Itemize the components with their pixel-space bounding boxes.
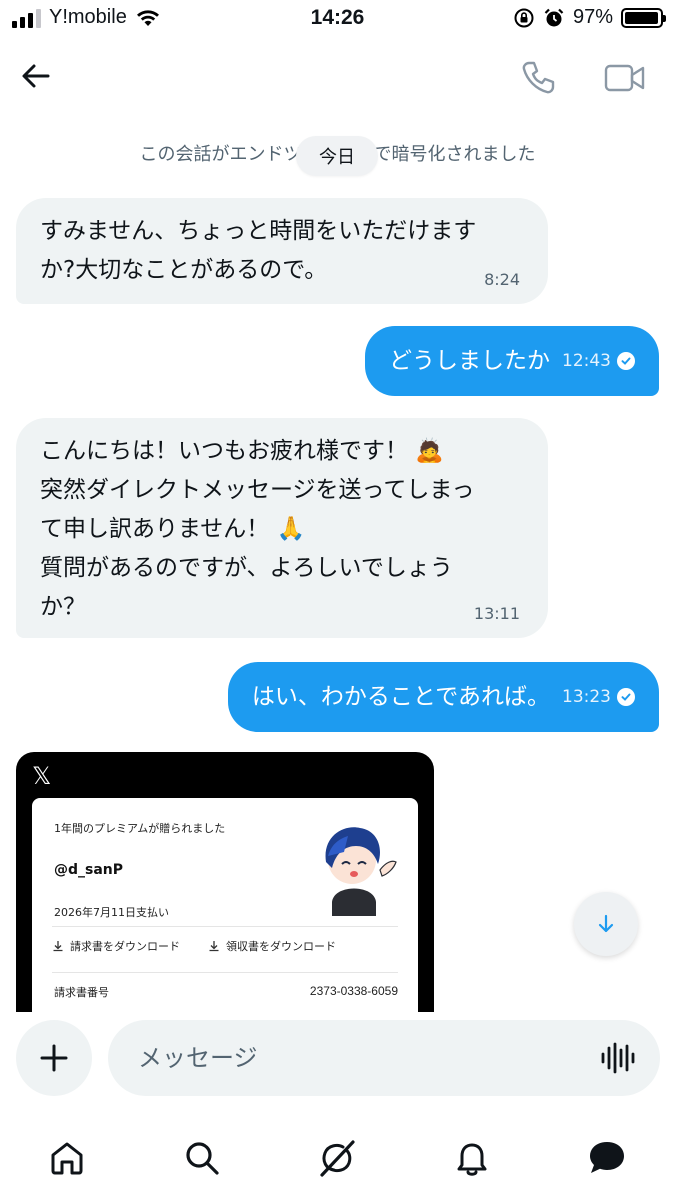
nav-messages[interactable] — [585, 1136, 629, 1180]
message-line: て申し訳ありません！ 🙏 — [40, 516, 306, 542]
voice-message-button[interactable] — [600, 1042, 636, 1074]
message-line: 質問があるのですが、よろしいでしょう — [40, 555, 453, 581]
message-text: はい、わかることであれば。 — [251, 683, 550, 710]
gift-title: 1年間のプレミアムが贈られました — [54, 822, 226, 835]
scroll-to-bottom-button[interactable] — [574, 892, 638, 956]
video-call-button[interactable] — [602, 58, 648, 98]
message-text: どうしましたか — [389, 347, 550, 374]
bottom-navigation — [0, 1118, 675, 1200]
status-right: 97% — [513, 6, 666, 29]
incoming-message[interactable]: こんにちは！いつもお疲れ様です！ 🙇 突然ダイレクトメッセージを送ってしまっ て… — [16, 418, 548, 638]
nav-home[interactable] — [45, 1136, 89, 1180]
gift-username: @d_sanP — [54, 862, 124, 878]
shared-image-message[interactable]: 𝕏 1年間のプレミアムが贈られました @d_sanP 2026年7月11日支払い… — [16, 752, 434, 1012]
outgoing-message[interactable]: はい、わかることであれば。 13:23 — [227, 662, 659, 732]
messages-icon — [590, 1142, 624, 1173]
x-logo: 𝕏 — [32, 762, 52, 790]
alarm-icon — [544, 8, 564, 26]
message-line: か？ — [40, 594, 86, 620]
grok-icon — [320, 1140, 355, 1177]
download-icon — [209, 941, 219, 952]
nav-grok[interactable] — [315, 1136, 359, 1180]
battery-fill — [625, 11, 658, 24]
read-check-icon — [617, 352, 635, 370]
divider — [52, 926, 398, 927]
battery-icon — [621, 7, 666, 28]
outgoing-message[interactable]: どうしましたか 12:43 — [365, 326, 659, 396]
search-icon — [186, 1142, 219, 1175]
message-line: すみません、ちょっと時間をいただけます — [40, 218, 477, 244]
invoice-download-link: 請求書をダウンロード — [52, 938, 180, 954]
avatar-illustration — [325, 827, 397, 916]
download-icon — [53, 941, 63, 952]
divider — [52, 972, 398, 973]
message-line: 突然ダイレクトメッセージを送ってしまっ — [40, 477, 475, 503]
message-time: 13:11 — [473, 604, 520, 623]
message-time: 12:43 — [562, 351, 611, 371]
status-bar: Y!mobile 14:26 97% — [0, 0, 675, 40]
call-button[interactable] — [518, 58, 558, 98]
add-media-button[interactable] — [16, 1020, 92, 1096]
home-icon — [51, 1142, 83, 1175]
receipt-download-label: 領収書をダウンロード — [226, 940, 336, 953]
arrow-left-icon — [22, 64, 50, 88]
payment-date: 2026年7月11日支払い — [54, 906, 169, 919]
nav-notifications[interactable] — [450, 1136, 494, 1180]
nav-search[interactable] — [180, 1136, 224, 1180]
message-time-wrap: 13:23 — [562, 687, 635, 707]
message-line: か?大切なことがあるので。 — [40, 257, 328, 283]
message-time: 13:23 — [562, 687, 611, 707]
invoice-number: 2373-0338-6059 — [309, 984, 398, 998]
invoice-number-label: 請求書番号 — [54, 986, 109, 999]
conversation-header — [0, 44, 675, 108]
message-time-wrap: 12:43 — [562, 351, 635, 371]
message-composer — [0, 1014, 675, 1104]
receipt-download-link: 領収書をダウンロード — [208, 938, 336, 954]
message-line: こんにちは！いつもお疲れ様です！ 🙇 — [40, 438, 444, 464]
arrow-down-icon — [598, 914, 614, 933]
orientation-lock-icon — [514, 8, 534, 27]
battery-percent: 97% — [572, 6, 613, 28]
message-input[interactable] — [108, 1020, 660, 1096]
date-separator: 今日 — [296, 136, 378, 176]
message-time: 8:24 — [484, 270, 520, 289]
plus-icon — [40, 1044, 68, 1072]
premium-gift-receipt: 1年間のプレミアムが贈られました @d_sanP 2026年7月11日支払い 請… — [32, 798, 418, 1012]
back-button[interactable] — [18, 58, 54, 94]
incoming-message[interactable]: すみません、ちょっと時間をいただけます か?大切なことがあるので。 8:24 — [16, 198, 548, 304]
notifications-icon — [457, 1143, 487, 1176]
phone-icon — [522, 61, 555, 94]
video-camera-icon — [604, 64, 645, 92]
voice-waveform-icon — [601, 1042, 635, 1074]
invoice-download-label: 請求書をダウンロード — [70, 940, 180, 953]
read-check-icon — [617, 688, 635, 706]
